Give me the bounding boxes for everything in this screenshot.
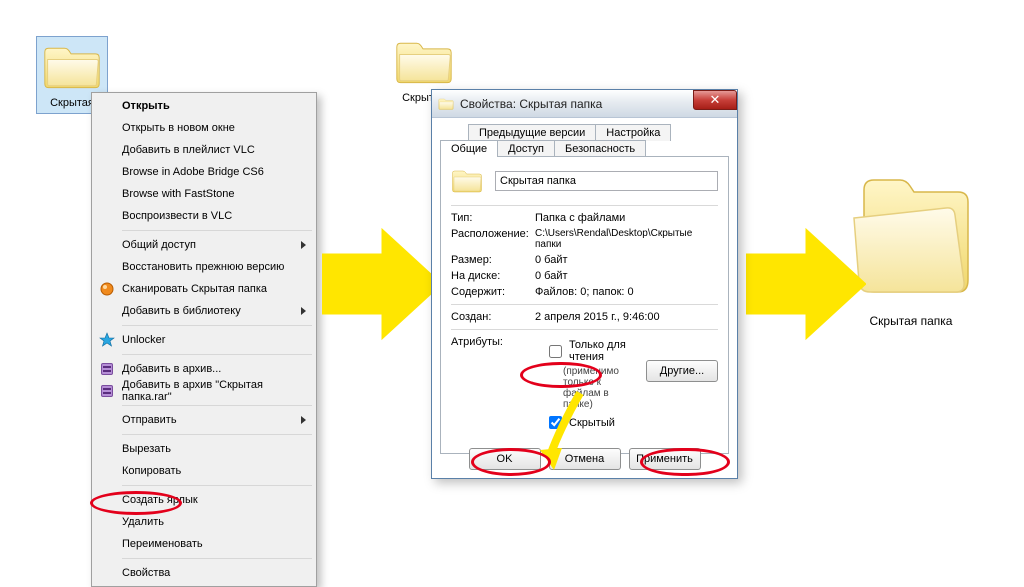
cm-open[interactable]: Открыть [94,95,314,117]
checkbox-hidden[interactable] [549,416,562,429]
submenu-arrow-icon [301,307,306,315]
winrar-icon [99,383,115,399]
ok-button[interactable]: OK [469,448,541,470]
folder-icon [394,36,454,88]
dialog-title: Свойства: Скрытая папка [460,97,602,111]
cm-cut[interactable]: Вырезать [94,438,314,460]
value-created: 2 апреля 2015 г., 9:46:00 [535,311,718,323]
cm-add-library[interactable]: Добавить в библиотеку [94,300,314,322]
cm-play-vlc[interactable]: Воспроизвести в VLC [94,205,314,227]
separator [122,434,312,435]
value-ondisk: 0 байт [535,270,718,282]
value-location: C:\Users\Rendal\Desktop\Скрытые папки [535,228,718,250]
unlocker-icon [99,332,115,348]
label-size: Размер: [451,254,535,266]
value-size: 0 байт [535,254,718,266]
separator [122,325,312,326]
cm-unlocker[interactable]: Unlocker [94,329,314,351]
tab-customize[interactable]: Настройка [595,124,671,141]
properties-dialog: Свойства: Скрытая папка ✕ Предыдущие вер… [431,89,738,479]
separator [451,304,718,305]
cm-browse-faststone[interactable]: Browse with FastStone [94,183,314,205]
cm-add-playlist-vlc[interactable]: Добавить в плейлист VLC [94,139,314,161]
dialog-buttons: OK Отмена Применить [432,448,737,470]
tab-previous-versions[interactable]: Предыдущие версии [468,124,596,141]
cm-rename[interactable]: Переименовать [94,533,314,555]
separator [451,329,718,330]
big-arrow-icon [322,224,442,344]
label-type: Тип: [451,212,535,224]
folder-name-input[interactable] [495,171,718,191]
separator [122,485,312,486]
other-button[interactable]: Другие... [646,360,718,382]
separator [451,205,718,206]
cm-sharing[interactable]: Общий доступ [94,234,314,256]
label-hidden: Скрытый [569,417,615,429]
tab-row-upper: Предыдущие версии Настройка [440,124,729,141]
antivirus-icon [99,281,115,297]
winrar-icon [99,361,115,377]
folder-icon [42,41,102,93]
dialog-titlebar[interactable]: Свойства: Скрытая папка ✕ [432,90,737,118]
cancel-button[interactable]: Отмена [549,448,621,470]
cm-add-archive[interactable]: Добавить в архив... [94,358,314,380]
checkbox-readonly-row[interactable]: Только для чтения [545,339,636,363]
cm-copy[interactable]: Копировать [94,460,314,482]
tab-panel-general: Тип:Папка с файлами Расположение:C:\User… [440,156,729,454]
submenu-arrow-icon [301,416,306,424]
big-arrow-icon [746,224,866,344]
folder-icon [451,167,483,195]
close-button[interactable]: ✕ [693,90,737,110]
tab-row-lower: Общие Доступ Безопасность [440,140,729,157]
label-created: Создан: [451,311,535,323]
label-contains: Содержит: [451,286,535,298]
label-ondisk: На диске: [451,270,535,282]
cm-open-new-window[interactable]: Открыть в новом окне [94,117,314,139]
separator [122,405,312,406]
value-contains: Файлов: 0; папок: 0 [535,286,718,298]
separator [122,558,312,559]
cm-browse-bridge[interactable]: Browse in Adobe Bridge CS6 [94,161,314,183]
label-location: Расположение: [451,228,535,250]
context-menu: Открыть Открыть в новом окне Добавить в … [91,92,317,587]
apply-button[interactable]: Применить [629,448,701,470]
value-type: Папка с файлами [535,212,718,224]
note-readonly: (применимо только к файлам в папке) [563,366,636,410]
tab-security[interactable]: Безопасность [554,140,646,157]
folder-icon [438,96,454,112]
label-attributes: Атрибуты: [451,336,535,435]
close-icon: ✕ [710,92,721,107]
checkbox-hidden-row[interactable]: Скрытый [545,413,636,432]
tab-general[interactable]: Общие [440,140,498,157]
cm-properties[interactable]: Свойства [94,562,314,584]
separator [122,230,312,231]
cm-delete[interactable]: Удалить [94,511,314,533]
checkbox-readonly[interactable] [549,345,562,358]
cm-create-shortcut[interactable]: Создать ярлык [94,489,314,511]
cm-restore-previous[interactable]: Восстановить прежнюю версию [94,256,314,278]
separator [122,354,312,355]
label-readonly: Только для чтения [569,339,636,363]
cm-send-to[interactable]: Отправить [94,409,314,431]
tab-access[interactable]: Доступ [497,140,555,157]
submenu-arrow-icon [301,241,306,249]
cm-add-archive-named[interactable]: Добавить в архив "Скрытая папка.rar" [94,380,314,402]
cm-scan-hidden[interactable]: Сканировать Скрытая папка [94,278,314,300]
